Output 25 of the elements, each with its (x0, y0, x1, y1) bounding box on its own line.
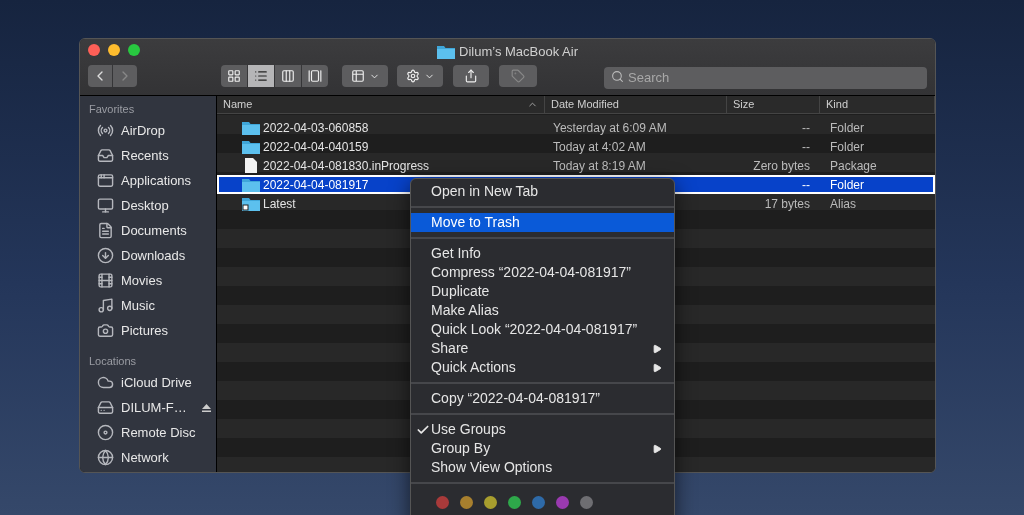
size-cell-text: -- (802, 176, 810, 194)
kind-cell: Folder (830, 139, 864, 154)
file-name: 2022-04-04-081830.inProgress (263, 157, 430, 175)
size-cell-text: 17 bytes (764, 195, 810, 213)
size-cell-text: -- (802, 119, 810, 137)
file-name: 2022-04-03-060858 (263, 119, 369, 137)
kind-cell: Folder (830, 177, 864, 192)
kind-cell: Folder (830, 120, 864, 135)
column-title: Size (733, 97, 755, 113)
date-cell: Yesterday at 6:09 AM (553, 120, 667, 135)
sidebar-heading: Favorites (89, 101, 136, 117)
file-name: Latest (263, 195, 296, 213)
sidebar-heading: Locations (89, 353, 138, 369)
size-cell-text: -- (802, 138, 810, 156)
column-title: Name (223, 97, 253, 113)
column-title: Date Modified (551, 97, 619, 113)
file-name: 2022-04-04-040159 (263, 138, 369, 156)
column-title: Kind (826, 97, 849, 113)
size-cell-text: Zero bytes (753, 157, 810, 175)
date-cell: Today at 4:02 AM (553, 139, 646, 154)
kind-cell: Package (830, 158, 877, 173)
window-title: Dilum’s MacBook Air (459, 43, 578, 61)
date-cell: Today at 8:19 AM (553, 158, 646, 173)
file-name: 2022-04-04-081917 (263, 176, 369, 194)
kind-cell: Alias (830, 196, 856, 211)
